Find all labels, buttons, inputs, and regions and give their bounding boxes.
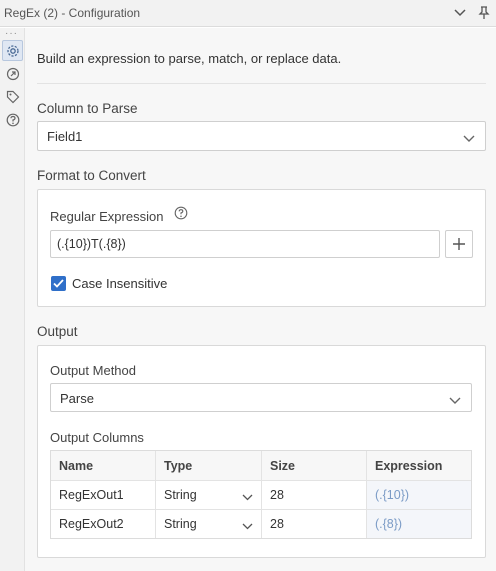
output-size-cell[interactable]: 28 [261, 481, 366, 509]
case-insensitive-checkbox[interactable] [51, 276, 66, 291]
chevron-down-icon [463, 131, 475, 146]
table-row: RegExOut1 String 28 (.{10}) [51, 480, 471, 509]
add-expression-button[interactable] [445, 230, 473, 258]
table-row: RegExOut2 String 28 (.{8}) [51, 509, 471, 538]
annotation-icon[interactable] [2, 63, 23, 84]
chevron-down-icon [449, 393, 461, 408]
chevron-down-icon [242, 519, 253, 533]
format-to-convert-panel: Regular Expression Case Insensitive [37, 189, 486, 307]
title-bar: RegEx (2) - Configuration [0, 0, 496, 27]
chevron-down-icon [242, 490, 253, 504]
output-size-cell[interactable]: 28 [261, 510, 366, 538]
window-title: RegEx (2) - Configuration [4, 6, 141, 20]
output-columns-table: Name Type Size Expression RegExOut1 Stri… [50, 450, 472, 539]
column-header-size[interactable]: Size [261, 451, 366, 480]
pin-icon[interactable] [474, 3, 494, 23]
column-header-expression[interactable]: Expression [366, 451, 471, 480]
format-to-convert-label: Format to Convert [37, 168, 146, 183]
output-type-value: String [164, 488, 197, 502]
output-type-select[interactable]: String [155, 510, 261, 538]
output-columns-label: Output Columns [50, 430, 144, 445]
description-text: Build an expression to parse, match, or … [37, 51, 342, 66]
output-method-value: Parse [60, 391, 94, 406]
column-header-type[interactable]: Type [155, 451, 261, 480]
case-insensitive-label: Case Insensitive [72, 276, 168, 291]
regular-expression-input[interactable] [50, 230, 440, 258]
column-to-parse-select[interactable]: Field1 [37, 121, 486, 151]
left-rail: ··· [0, 28, 25, 571]
output-name-cell[interactable]: RegExOut1 [51, 481, 155, 509]
output-type-select[interactable]: String [155, 481, 261, 509]
column-to-parse-value: Field1 [47, 129, 83, 144]
output-method-label: Output Method [50, 363, 136, 378]
tag-icon[interactable] [2, 86, 23, 107]
gear-icon[interactable] [2, 40, 23, 61]
divider [37, 83, 486, 84]
regular-expression-label: Regular Expression [50, 209, 164, 224]
column-to-parse-label: Column to Parse [37, 101, 138, 116]
table-header-row: Name Type Size Expression [51, 451, 471, 480]
output-expression-cell: (.{10}) [366, 481, 471, 509]
output-expression-cell: (.{8}) [366, 510, 471, 538]
output-panel: Output Method Parse Output Columns Name … [37, 345, 486, 558]
output-type-value: String [164, 517, 197, 531]
collapse-chevron-icon[interactable] [450, 3, 470, 23]
output-method-select[interactable]: Parse [50, 383, 472, 412]
help-icon[interactable] [174, 206, 188, 220]
help-icon[interactable] [2, 109, 23, 130]
output-label: Output [37, 324, 78, 339]
column-header-name[interactable]: Name [51, 451, 155, 480]
output-name-cell[interactable]: RegExOut2 [51, 510, 155, 538]
configuration-panel: Build an expression to parse, match, or … [25, 28, 496, 571]
rail-handle[interactable]: ··· [5, 28, 18, 39]
